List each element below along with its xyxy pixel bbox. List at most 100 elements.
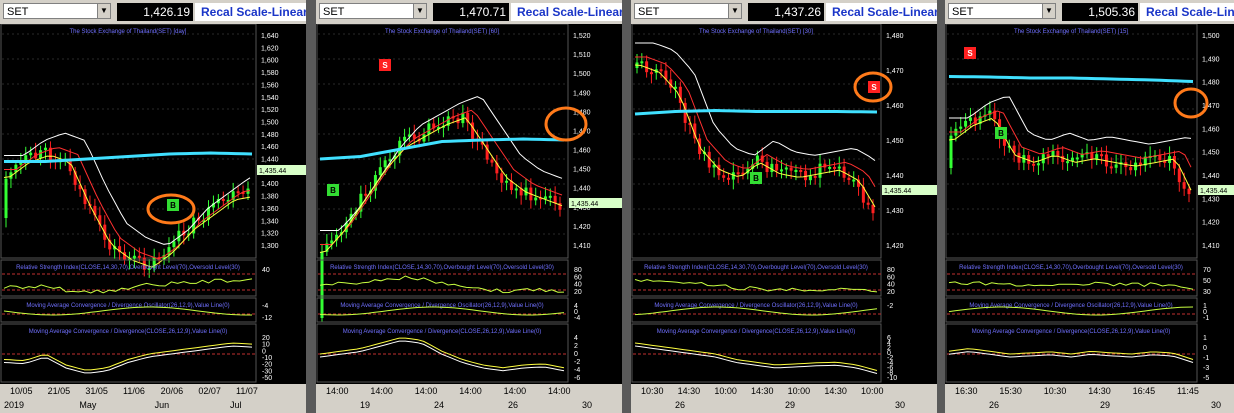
candle-body bbox=[505, 180, 509, 183]
candle-body bbox=[779, 169, 783, 172]
rsi-line bbox=[948, 281, 1194, 290]
price-chart-svg[interactable]: The Stock Exchange of Thailand(SET) [15]… bbox=[945, 24, 1234, 413]
price-axis-label: 1,460 bbox=[261, 144, 279, 151]
price-axis-label: 1,480 bbox=[1202, 80, 1220, 87]
date-axis-label: 30 bbox=[582, 400, 592, 410]
price-axis-label: 1,620 bbox=[261, 45, 279, 52]
macd-signal-line bbox=[948, 351, 1194, 363]
date-axis-label: 26 bbox=[508, 400, 518, 410]
candle-body bbox=[1100, 154, 1104, 157]
candle-body bbox=[137, 255, 141, 258]
rsi-line bbox=[319, 275, 565, 294]
time-axis-bar bbox=[0, 384, 306, 413]
recal-scale-button[interactable]: Recal Scale-Linear bbox=[826, 3, 937, 21]
candle-body bbox=[364, 193, 368, 196]
candle-body bbox=[490, 159, 494, 163]
rsi-axis-label: 20 bbox=[574, 289, 582, 296]
price-axis-label: 1,430 bbox=[886, 208, 904, 215]
candle-body bbox=[804, 170, 808, 181]
chevron-down-icon[interactable]: ▼ bbox=[97, 4, 110, 18]
symbol-select[interactable]: SET ▼ bbox=[948, 3, 1056, 19]
time-axis-label: 10:00 bbox=[714, 386, 737, 396]
price-axis-label: 1,320 bbox=[261, 231, 279, 238]
price-axis-label: 1,460 bbox=[573, 148, 591, 155]
symbol-value: SET bbox=[7, 6, 29, 18]
date-axis-label: May bbox=[79, 400, 97, 410]
candle-body bbox=[866, 202, 870, 205]
recal-scale-button[interactable]: Recal Scale-Linea bbox=[1140, 3, 1234, 21]
panel-divider[interactable] bbox=[622, 0, 631, 413]
price-chart-svg[interactable]: The Stock Exchange of Thailand(SET) [60]… bbox=[316, 24, 622, 413]
candle-body bbox=[649, 72, 653, 75]
panel-toolbar: SET ▼ 1,437.26 Recal Scale-Linear bbox=[631, 0, 937, 24]
price-axis-label: 1,440 bbox=[886, 173, 904, 180]
price-chart-svg[interactable]: The Stock Exchange of Thailand(SET) [day… bbox=[0, 24, 306, 413]
moving-average-red bbox=[320, 109, 563, 245]
candle-body bbox=[1056, 150, 1060, 156]
macd-axis-label: 0 bbox=[1203, 345, 1207, 352]
macd-oscillator-pane-frame bbox=[945, 297, 1198, 323]
chart-panel-60min[interactable]: SET ▼ 1,470.71 Recal Scale-Linear The Sto… bbox=[316, 0, 622, 413]
recal-scale-button[interactable]: Recal Scale-Linear bbox=[195, 3, 306, 21]
price-axis-label: 1,480 bbox=[261, 132, 279, 139]
candle-body bbox=[784, 167, 788, 170]
price-chart-svg[interactable]: The Stock Exchange of Thailand(SET) [30]… bbox=[631, 24, 937, 413]
macd-oscillator-label: Moving Average Convergence / Divergence … bbox=[654, 303, 857, 309]
panel-divider[interactable] bbox=[937, 0, 945, 413]
time-axis-label: 02/07 bbox=[198, 386, 221, 396]
candle-body bbox=[427, 123, 431, 135]
price-readout: 1,437.26 bbox=[748, 3, 824, 21]
price-axis-label: 1,460 bbox=[886, 103, 904, 110]
candle-body bbox=[794, 169, 798, 172]
candle-body bbox=[1187, 188, 1191, 195]
price-readout: 1,426.19 bbox=[117, 3, 193, 21]
candle-body bbox=[789, 167, 793, 171]
macd-axis-label: 0 bbox=[574, 351, 578, 358]
time-axis-label: 14:00 bbox=[459, 386, 482, 396]
macd-axis-label: -4 bbox=[574, 367, 580, 374]
candle-body bbox=[659, 69, 663, 72]
rsi-axis-label: 40 bbox=[887, 282, 895, 289]
time-axis-label: 14:00 bbox=[370, 386, 393, 396]
date-axis-label: 19 bbox=[360, 400, 370, 410]
chevron-down-icon[interactable]: ▼ bbox=[1042, 4, 1055, 18]
macd-axis-label: 4 bbox=[574, 335, 578, 342]
signal-label: B bbox=[998, 129, 1004, 138]
symbol-select[interactable]: SET ▼ bbox=[319, 3, 427, 19]
macd-axis-label: -10 bbox=[887, 375, 897, 382]
chart-title: The Stock Exchange of Thailand(SET) [day… bbox=[70, 29, 187, 35]
macd-axis-label: 2 bbox=[574, 343, 578, 350]
chevron-down-icon[interactable]: ▼ bbox=[413, 4, 426, 18]
chart-panel-daily[interactable]: SET ▼ 1,426.19 Recal Scale-Linear The Sto… bbox=[0, 0, 306, 413]
candle-body bbox=[1158, 155, 1162, 161]
candle-body bbox=[1017, 152, 1021, 163]
time-axis-label: 11/06 bbox=[123, 386, 145, 396]
chart-panel-15min[interactable]: SET ▼ 1,505.36 Recal Scale-Linea The Stoc… bbox=[945, 0, 1234, 413]
time-axis-label: 14:00 bbox=[548, 386, 571, 396]
last-price-label: 1,435.44 bbox=[571, 201, 598, 208]
time-axis-label: 16:45 bbox=[1133, 386, 1156, 396]
time-axis-label: 14:00 bbox=[504, 386, 527, 396]
price-axis-label: 1,640 bbox=[261, 33, 279, 40]
candle-body bbox=[968, 117, 972, 121]
chevron-down-icon[interactable]: ▼ bbox=[728, 4, 741, 18]
candle-body bbox=[1066, 161, 1070, 164]
price-axis-label: 1,470 bbox=[886, 68, 904, 75]
date-axis-label: 24 bbox=[434, 400, 444, 410]
candle-body bbox=[828, 166, 832, 169]
date-axis-label: 26 bbox=[989, 400, 999, 410]
panel-divider[interactable] bbox=[306, 0, 316, 413]
symbol-select[interactable]: SET ▼ bbox=[3, 3, 111, 19]
rsi-label: Relative Strength Index(CLOSE,14,30,70),… bbox=[644, 265, 868, 271]
time-axis-label: 11/07 bbox=[236, 386, 258, 396]
candle-body bbox=[1109, 166, 1113, 169]
candle-body bbox=[832, 166, 836, 169]
price-readout: 1,505.36 bbox=[1062, 3, 1138, 21]
signal-label: B bbox=[170, 201, 176, 210]
chart-panel-30min[interactable]: SET ▼ 1,437.26 Recal Scale-Linear The Sto… bbox=[631, 0, 937, 413]
symbol-value: SET bbox=[952, 6, 974, 18]
candle-body bbox=[383, 160, 387, 168]
symbol-select[interactable]: SET ▼ bbox=[634, 3, 742, 19]
recal-scale-button[interactable]: Recal Scale-Linear bbox=[511, 3, 622, 21]
candle-body bbox=[44, 147, 48, 151]
